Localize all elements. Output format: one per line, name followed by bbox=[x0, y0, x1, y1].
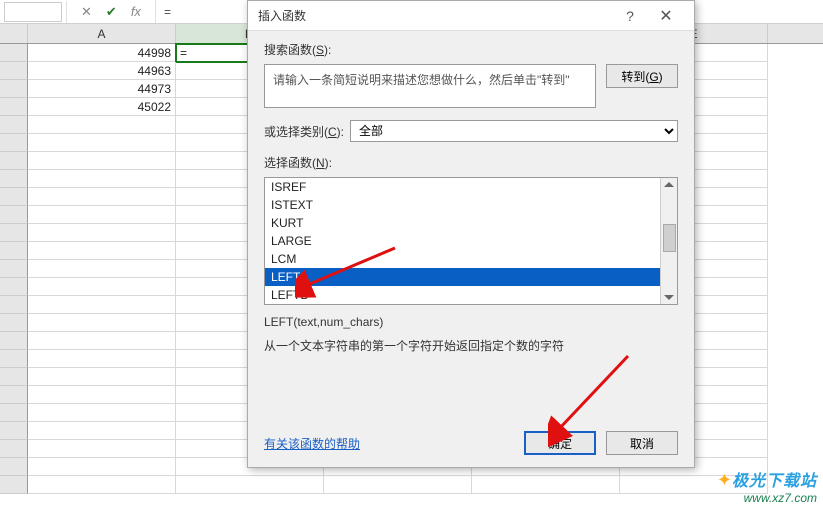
ok-button[interactable]: 确定 bbox=[524, 431, 596, 455]
row-header[interactable] bbox=[0, 44, 28, 62]
watermark-brand: 极光下载站 bbox=[732, 473, 817, 490]
cell[interactable] bbox=[28, 368, 176, 386]
function-list-label: 选择函数(N): bbox=[264, 154, 678, 171]
select-all-corner[interactable] bbox=[0, 24, 28, 43]
fx-icon[interactable]: fx bbox=[131, 4, 141, 19]
cell[interactable] bbox=[176, 476, 324, 494]
function-item-selected[interactable]: LEFT bbox=[265, 268, 660, 286]
go-button[interactable]: 转到(G) bbox=[606, 64, 678, 88]
cell[interactable] bbox=[28, 152, 176, 170]
cancel-button[interactable]: 取消 bbox=[606, 431, 678, 455]
formula-bar-icons: ✕ ✔ fx bbox=[67, 4, 155, 20]
cell[interactable] bbox=[28, 170, 176, 188]
cell[interactable] bbox=[28, 134, 176, 152]
cell[interactable] bbox=[28, 314, 176, 332]
dialog-footer: 有关该函数的帮助 确定 取消 bbox=[264, 431, 678, 455]
col-header-a[interactable]: A bbox=[28, 24, 176, 43]
cell[interactable] bbox=[28, 296, 176, 314]
cell[interactable] bbox=[324, 476, 472, 494]
cell[interactable] bbox=[28, 260, 176, 278]
scrollbar-thumb[interactable] bbox=[663, 224, 676, 252]
cell[interactable] bbox=[28, 404, 176, 422]
watermark: ✦极光下载站 www.xz7.com bbox=[717, 467, 817, 505]
function-item[interactable]: LARGE bbox=[265, 232, 660, 250]
cell[interactable] bbox=[28, 458, 176, 476]
row-header[interactable] bbox=[0, 152, 28, 170]
cell[interactable] bbox=[28, 422, 176, 440]
category-select[interactable]: 全部 bbox=[350, 120, 678, 142]
cell[interactable] bbox=[28, 116, 176, 134]
cell[interactable] bbox=[28, 224, 176, 242]
cell[interactable] bbox=[472, 476, 620, 494]
confirm-icon[interactable]: ✔ bbox=[106, 4, 117, 20]
insert-function-dialog: 插入函数 ? ✕ 搜索函数(S): 请输入一条简短说明来描述您想做什么，然后单击… bbox=[247, 0, 695, 468]
cell[interactable]: 44998 bbox=[28, 44, 176, 62]
watermark-url: www.xz7.com bbox=[717, 491, 817, 505]
row-header[interactable] bbox=[0, 62, 28, 80]
cell[interactable] bbox=[28, 350, 176, 368]
row-header[interactable] bbox=[0, 242, 28, 260]
function-item[interactable]: LEFTB bbox=[265, 286, 660, 304]
function-signature: LEFT(text,num_chars) bbox=[264, 315, 678, 329]
row-header[interactable] bbox=[0, 206, 28, 224]
cell[interactable] bbox=[28, 278, 176, 296]
row-header[interactable] bbox=[0, 332, 28, 350]
help-link[interactable]: 有关该函数的帮助 bbox=[264, 435, 360, 452]
search-input[interactable]: 请输入一条简短说明来描述您想做什么，然后单击"转到" bbox=[264, 64, 596, 108]
cell[interactable] bbox=[28, 440, 176, 458]
function-description: 从一个文本字符串的第一个字符开始返回指定个数的字符 bbox=[264, 337, 678, 354]
function-item[interactable]: KURT bbox=[265, 214, 660, 232]
row-header[interactable] bbox=[0, 134, 28, 152]
row-header[interactable] bbox=[0, 80, 28, 98]
row-header[interactable] bbox=[0, 314, 28, 332]
row-header[interactable] bbox=[0, 98, 28, 116]
cell[interactable]: 44973 bbox=[28, 80, 176, 98]
cancel-icon[interactable]: ✕ bbox=[81, 4, 92, 20]
cell[interactable] bbox=[28, 332, 176, 350]
row-headers bbox=[0, 44, 28, 494]
dialog-body: 搜索函数(S): 请输入一条简短说明来描述您想做什么，然后单击"转到" 转到(G… bbox=[248, 31, 694, 364]
function-item[interactable]: LCM bbox=[265, 250, 660, 268]
cell[interactable]: 45022 bbox=[28, 98, 176, 116]
category-label: 或选择类别(C): bbox=[264, 123, 344, 140]
row-header[interactable] bbox=[0, 350, 28, 368]
search-label: 搜索函数(S): bbox=[264, 41, 678, 58]
name-box[interactable] bbox=[4, 2, 62, 22]
row-header[interactable] bbox=[0, 404, 28, 422]
row-header[interactable] bbox=[0, 170, 28, 188]
dialog-titlebar[interactable]: 插入函数 ? ✕ bbox=[248, 1, 694, 31]
function-item[interactable]: ISTEXT bbox=[265, 196, 660, 214]
row-header[interactable] bbox=[0, 278, 28, 296]
close-icon[interactable]: ✕ bbox=[648, 6, 684, 26]
row-header[interactable] bbox=[0, 476, 28, 494]
scrollbar[interactable] bbox=[660, 178, 677, 304]
cell[interactable] bbox=[28, 242, 176, 260]
row-header[interactable] bbox=[0, 440, 28, 458]
cell[interactable]: 44963 bbox=[28, 62, 176, 80]
row-header[interactable] bbox=[0, 296, 28, 314]
row-header[interactable] bbox=[0, 422, 28, 440]
dialog-title: 插入函数 bbox=[258, 7, 612, 24]
row-header[interactable] bbox=[0, 116, 28, 134]
star-icon: ✦ bbox=[717, 470, 732, 490]
cell[interactable] bbox=[28, 476, 176, 494]
cell[interactable] bbox=[28, 188, 176, 206]
cell[interactable] bbox=[28, 386, 176, 404]
function-item[interactable]: ISREF bbox=[265, 178, 660, 196]
row-header[interactable] bbox=[0, 368, 28, 386]
cell[interactable] bbox=[28, 206, 176, 224]
help-icon[interactable]: ? bbox=[612, 8, 648, 24]
row-header[interactable] bbox=[0, 458, 28, 476]
row-header[interactable] bbox=[0, 188, 28, 206]
row-header[interactable] bbox=[0, 224, 28, 242]
row-header[interactable] bbox=[0, 260, 28, 278]
function-listbox[interactable]: ISREF ISTEXT KURT LARGE LCM LEFT LEFTB bbox=[264, 177, 678, 305]
row-header[interactable] bbox=[0, 386, 28, 404]
